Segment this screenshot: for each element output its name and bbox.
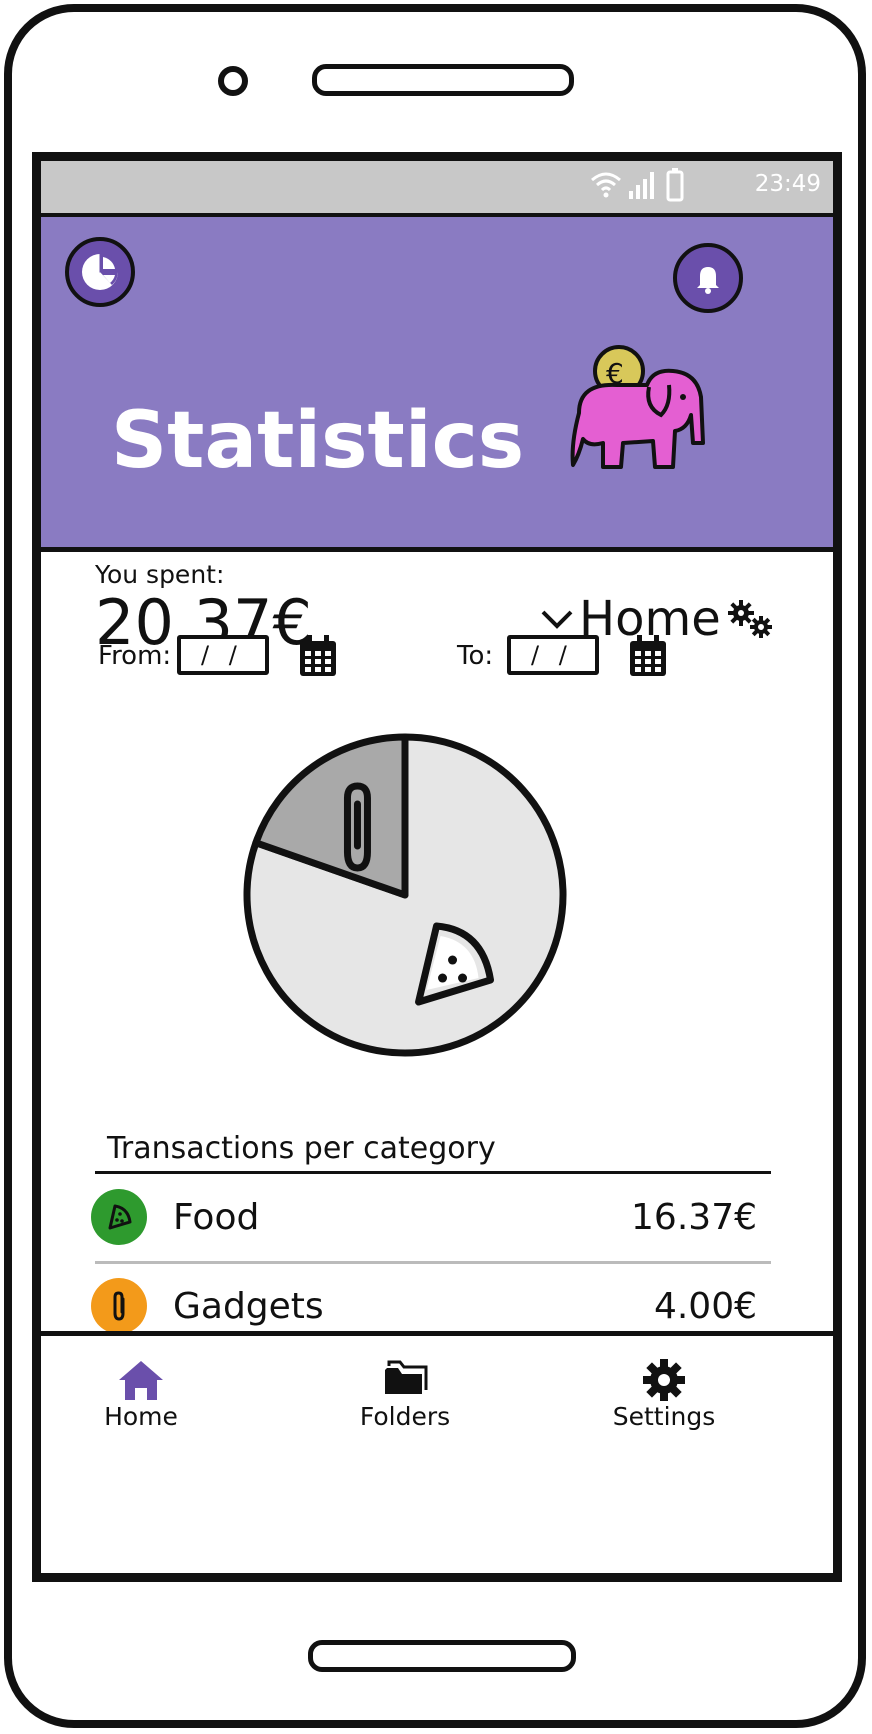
home-icon	[119, 1361, 163, 1400]
category-name: Gadgets	[173, 1285, 324, 1327]
spent-label: You spent:	[95, 560, 225, 589]
header: Statistics €	[41, 217, 833, 552]
signal-icon	[629, 172, 654, 199]
nav-label: Folders	[359, 1402, 451, 1431]
top-speaker	[312, 64, 574, 96]
paperclip-icon	[91, 1278, 147, 1334]
to-label: To:	[457, 641, 494, 671]
status-time: 23:49	[754, 171, 821, 197]
page-title: Statistics	[111, 396, 525, 486]
divider	[95, 1171, 771, 1174]
notifications-button[interactable]	[673, 243, 743, 313]
bottom-navigation: Home Folders Settings	[41, 1331, 833, 1573]
folder-icon	[385, 1360, 428, 1394]
category-row-food[interactable]: Food 16.37€	[91, 1182, 775, 1252]
category-pie-chart	[243, 733, 567, 1057]
nav-home[interactable]: Home	[101, 1358, 181, 1431]
transactions-title: Transactions per category	[107, 1131, 496, 1166]
calendar-icon[interactable]	[297, 633, 339, 679]
from-date-input[interactable]: / /	[177, 635, 269, 675]
category-name: Food	[173, 1196, 260, 1238]
nav-label: Settings	[612, 1402, 716, 1431]
category-amount: 16.37€	[631, 1196, 757, 1238]
battery-icon	[666, 168, 684, 202]
camera	[218, 66, 248, 96]
from-label: From:	[98, 641, 172, 671]
category-amount: 4.00€	[653, 1285, 757, 1327]
screen: 23:49 Statistics € You spent: 20.37€ Hom…	[32, 152, 842, 1582]
nav-folders[interactable]: Folders	[355, 1358, 455, 1431]
bottom-speaker	[308, 1640, 576, 1672]
pizza-icon	[91, 1189, 147, 1245]
nav-label: Home	[104, 1402, 178, 1431]
bell-icon	[697, 267, 719, 294]
calendar-icon[interactable]	[627, 633, 669, 679]
status-bar: 23:49	[41, 161, 833, 217]
nav-settings[interactable]: Settings	[609, 1358, 719, 1431]
pie-chart-icon	[82, 253, 119, 290]
to-date-input[interactable]: / /	[507, 635, 599, 675]
chevron-down-icon	[541, 610, 573, 629]
wifi-icon	[591, 172, 621, 198]
divider	[95, 1261, 771, 1264]
piggy-bank-elephant-icon: €	[570, 345, 705, 469]
gear-icon	[643, 1359, 685, 1401]
statistics-button[interactable]	[65, 237, 135, 307]
gears-icon[interactable]	[727, 599, 775, 639]
